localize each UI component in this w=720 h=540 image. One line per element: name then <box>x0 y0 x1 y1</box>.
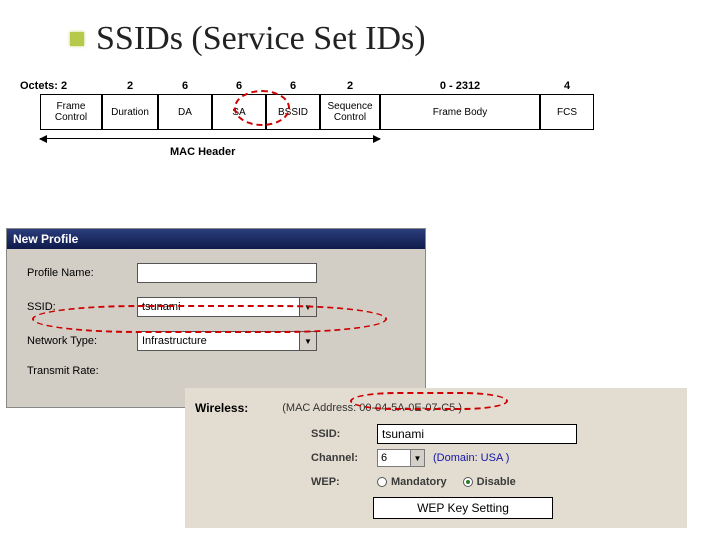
bullet-icon <box>70 32 84 46</box>
field-frame-body: Frame Body <box>380 94 540 130</box>
field-bssid: BSSID <box>266 94 320 130</box>
wi-ssid-label: SSID: <box>311 428 369 440</box>
network-type-input[interactable] <box>137 331 299 351</box>
wi-wep-label: WEP: <box>311 476 369 488</box>
ssid-label: SSID: <box>27 301 137 313</box>
frame-format-table: Octets: 2 2 6 6 6 2 0 - 2312 4 Frame Con… <box>40 76 640 150</box>
octet-col: 2 <box>102 76 158 94</box>
wep-key-setting-button[interactable]: WEP Key Setting <box>373 497 553 519</box>
field-duration: Duration <box>102 94 158 130</box>
field-frame-control: Frame Control <box>40 94 102 130</box>
octets-label: Octets: 2 <box>20 80 67 92</box>
octet-col: 6 <box>212 76 266 94</box>
field-da: DA <box>158 94 212 130</box>
mac-header-label: MAC Header <box>170 146 235 158</box>
chevron-down-icon[interactable]: ▼ <box>411 449 425 467</box>
octet-col: 6 <box>158 76 212 94</box>
mac-header-bracket: MAC Header <box>40 132 640 150</box>
wi-ssid-input[interactable] <box>377 424 577 444</box>
wireless-settings-panel: Wireless: (MAC Address: 00-04-5A-0E-07-C… <box>185 388 687 528</box>
transmit-rate-label: Transmit Rate: <box>27 365 137 377</box>
window-title: New Profile <box>7 229 425 249</box>
wep-disable-option[interactable]: Disable <box>463 476 516 488</box>
octet-col: 6 <box>266 76 320 94</box>
octet-col: 2 <box>320 76 380 94</box>
wi-channel-select[interactable]: 6 <box>377 449 411 467</box>
radio-icon[interactable] <box>377 477 387 487</box>
title-row: SSIDs (Service Set IDs) <box>70 20 680 58</box>
field-seq-control: Sequence Control <box>320 94 380 130</box>
field-sa: SA <box>212 94 266 130</box>
ssid-combo[interactable]: ▼ <box>137 297 317 317</box>
radio-selected-icon[interactable] <box>463 477 473 487</box>
chevron-down-icon[interactable]: ▼ <box>299 297 317 317</box>
octet-col: 4 <box>540 76 594 94</box>
wep-mandatory-option[interactable]: Mandatory <box>377 476 447 488</box>
chevron-down-icon[interactable]: ▼ <box>299 331 317 351</box>
octet-col: 0 - 2312 <box>380 76 540 94</box>
mac-address: (MAC Address: 00-04-5A-0E-07-C5 ) <box>282 402 462 414</box>
slide-title: SSIDs (Service Set IDs) <box>96 20 426 58</box>
field-fcs: FCS <box>540 94 594 130</box>
new-profile-window: New Profile Profile Name: SSID: ▼ Networ… <box>6 228 426 408</box>
wi-domain: (Domain: USA ) <box>433 452 509 464</box>
profile-name-input[interactable] <box>137 263 317 283</box>
ssid-input[interactable] <box>137 297 299 317</box>
wi-channel-label: Channel: <box>311 452 369 464</box>
profile-name-label: Profile Name: <box>27 267 137 279</box>
wireless-heading: Wireless: <box>195 401 248 415</box>
network-type-combo[interactable]: ▼ <box>137 331 317 351</box>
network-type-label: Network Type: <box>27 335 137 347</box>
